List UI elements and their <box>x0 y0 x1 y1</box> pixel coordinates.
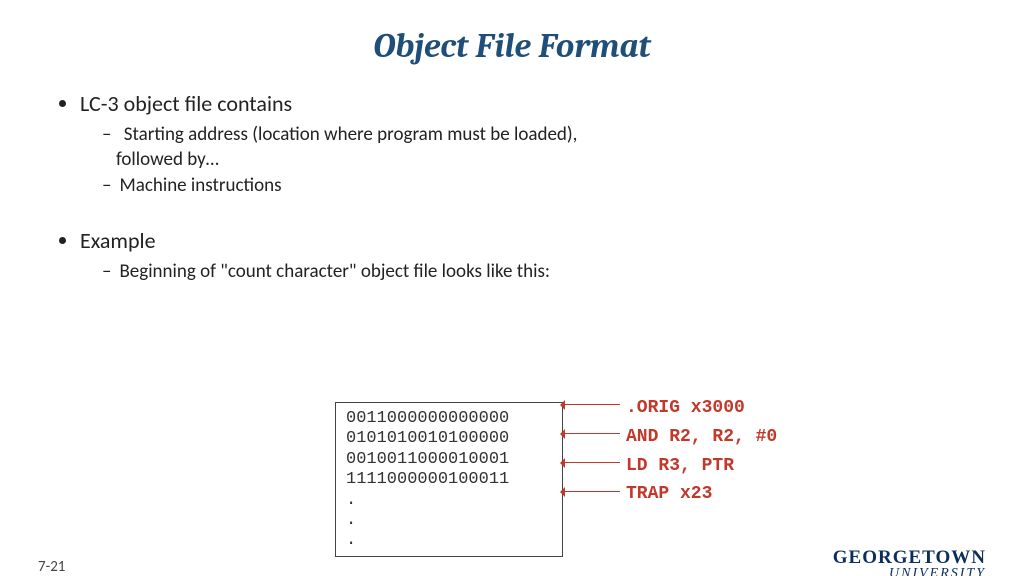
code-line-5: . <box>346 491 552 511</box>
subbullet-machine-instr: Machine instructions <box>102 174 966 199</box>
bullet-example: Example Beginning of "count character" o… <box>80 227 966 285</box>
arrow-icon <box>565 491 620 492</box>
annotation-ld: LD R3, PTR <box>626 452 777 481</box>
arrow-icon <box>565 462 620 463</box>
code-line-7: . <box>346 531 552 551</box>
subbullet-count-char: Beginning of "count character" object fi… <box>102 260 966 285</box>
code-block: 0011000000000000 0101010010100000 001001… <box>335 402 563 557</box>
code-line-3: 0010011000010001 <box>346 450 552 470</box>
annotation-trap: TRAP x23 <box>626 480 777 509</box>
logo-line2: UNIVERSITY <box>833 567 986 576</box>
logo-line1: GEORGETOWN <box>833 548 986 567</box>
bullet-example-label: Example <box>80 227 156 254</box>
code-line-6: . <box>346 511 552 531</box>
annotation-orig: .ORIG x3000 <box>626 394 777 423</box>
code-line-4: 1111000000100011 <box>346 470 552 490</box>
code-line-2: 0101010010100000 <box>346 429 552 449</box>
slide-title: Object File Format <box>0 26 1024 66</box>
bullet-lc3: LC-3 object file contains Starting addre… <box>80 90 966 199</box>
georgetown-logo: GEORGETOWN UNIVERSITY <box>833 548 986 576</box>
code-annotations: .ORIG x3000 AND R2, R2, #0 LD R3, PTR TR… <box>626 394 777 509</box>
slide-body: LC-3 object file contains Starting addre… <box>0 90 1024 285</box>
annotation-and: AND R2, R2, #0 <box>626 423 777 452</box>
code-line-1: 0011000000000000 <box>346 409 552 429</box>
bullet-lc3-label: LC-3 object file contains <box>80 90 292 117</box>
page-number: 7-21 <box>38 558 65 576</box>
subbullet-start-addr: Starting address (location where program… <box>102 123 966 172</box>
arrow-icon <box>565 433 620 434</box>
arrow-icon <box>565 404 620 405</box>
